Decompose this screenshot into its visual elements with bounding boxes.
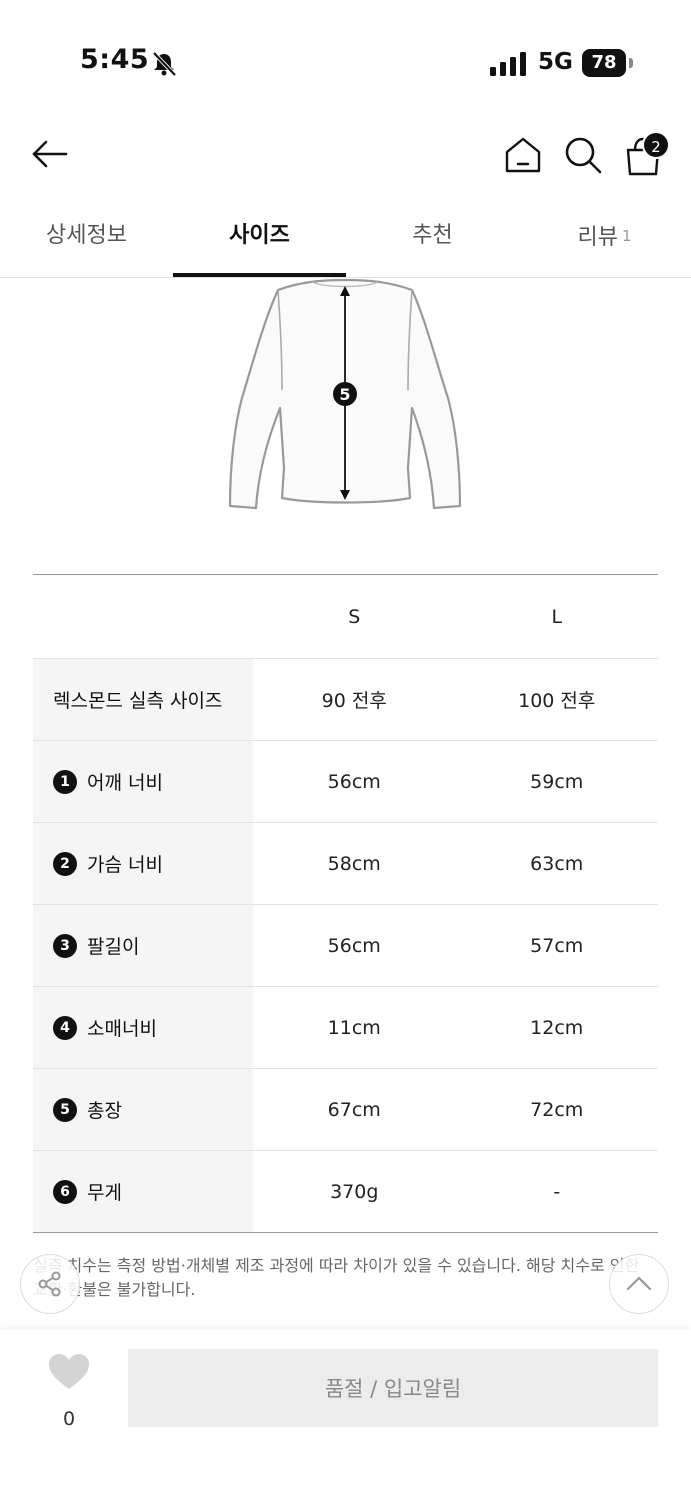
battery-cap [629,58,633,68]
tab-label: 추천 [412,223,453,248]
measure-number-badge: 2 [53,851,77,876]
signal-icon [490,52,526,76]
restock-alert-button[interactable]: 품절 / 입고알림 [128,1349,658,1427]
table-cell: 72cm [530,1098,584,1121]
like-button[interactable]: 0 [40,1350,98,1430]
table-cell: 63cm [530,852,584,875]
battery-icon: 78 [582,49,634,77]
bell-off-icon [152,51,177,77]
size-table: S L 렉스몬드 실측 사이즈 90 전후 100 전후 1 어깨 너비 56cm… [33,574,658,1233]
scroll-top-button[interactable] [609,1254,669,1314]
tab-bar: 상세정보 사이즈 추천 리뷰 1 [0,200,691,278]
table-cell: 370g [330,1180,379,1203]
table-row: 5 총장 67cm 72cm [33,1069,658,1151]
search-icon[interactable] [562,134,604,176]
table-header-row: S L [33,575,658,659]
row-label: 4 소매너비 [33,987,253,1068]
row-label-text: 렉스몬드 실측 사이즈 [53,690,223,712]
table-row: 4 소매너비 11cm 12cm [33,987,658,1069]
share-icon [38,1271,61,1297]
table-cell: 57cm [530,934,584,957]
row-label: 2 가슴 너비 [33,823,253,904]
measure-number-badge: 3 [53,933,77,958]
row-label-text: 소매너비 [87,1018,157,1040]
measure-number-badge: 5 [53,1097,77,1122]
like-count: 0 [62,1408,76,1430]
table-row: 3 팔길이 56cm 57cm [33,905,658,987]
table-cell: 12cm [530,1016,584,1039]
row-label-text: 어깨 너비 [87,772,163,794]
tab-label: 사이즈 [229,223,290,248]
diagram-marker: 5 [339,385,350,404]
table-cell: 11cm [327,1016,381,1039]
row-label-text: 총장 [87,1100,122,1122]
battery-level: 78 [582,49,626,77]
table-cell: 100 전후 [518,690,596,712]
tab-label: 상세정보 [46,223,127,248]
status-time: 5:45 [80,44,150,75]
home-icon[interactable] [502,134,544,176]
size-notice: 실측 치수는 측정 방법·개체별 제조 과정에 따라 차이가 있을 수 있습니다… [33,1256,640,1299]
measure-number-badge: 6 [53,1179,77,1204]
chevron-up-icon [626,1276,652,1291]
row-label-text: 무게 [87,1182,122,1204]
back-arrow-icon[interactable] [28,134,72,174]
row-label: 6 무게 [33,1151,253,1232]
table-cell: 67cm [327,1098,381,1121]
table-row: 1 어깨 너비 56cm 59cm [33,741,658,823]
heart-icon [49,1354,89,1389]
header-empty-cell [33,575,253,658]
measure-number-badge: 1 [53,769,77,794]
row-label: 5 총장 [33,1069,253,1150]
row-label-text: 팔길이 [87,936,140,958]
network-type: 5G [538,49,573,75]
tab-recommend[interactable]: 추천 [346,200,519,277]
table-cell: 56cm [327,934,381,957]
table-cell: - [553,1180,561,1203]
bottom-action-bar: 0 품절 / 입고알림 [0,1330,691,1500]
row-label: 렉스몬드 실측 사이즈 [33,659,253,740]
tab-review[interactable]: 리뷰 1 [518,200,691,277]
nav-header: 2 [0,110,691,200]
row-label-text: 가슴 너비 [87,854,163,876]
review-count: 1 [621,227,632,245]
measure-number-badge: 4 [53,1015,77,1040]
row-label: 3 팔길이 [33,905,253,986]
table-cell: 90 전후 [321,690,387,712]
table-cell: 58cm [327,852,381,875]
status-bar: 5:45 5G 78 [0,0,691,110]
table-cell: 56cm [327,770,381,793]
garment-size-diagram: 5 [228,278,462,510]
row-label: 1 어깨 너비 [33,741,253,822]
share-button[interactable] [20,1254,80,1314]
cart-count-badge: 2 [642,131,670,159]
table-cell: 59cm [530,770,584,793]
tab-label: 리뷰 [577,225,618,250]
table-row: 렉스몬드 실측 사이즈 90 전후 100 전후 [33,659,658,741]
tab-size[interactable]: 사이즈 [173,200,346,277]
table-row: 6 무게 370g - [33,1151,658,1233]
tab-details[interactable]: 상세정보 [0,200,173,277]
column-header: S [348,605,361,628]
column-header: L [551,605,563,628]
table-row: 2 가슴 너비 58cm 63cm [33,823,658,905]
